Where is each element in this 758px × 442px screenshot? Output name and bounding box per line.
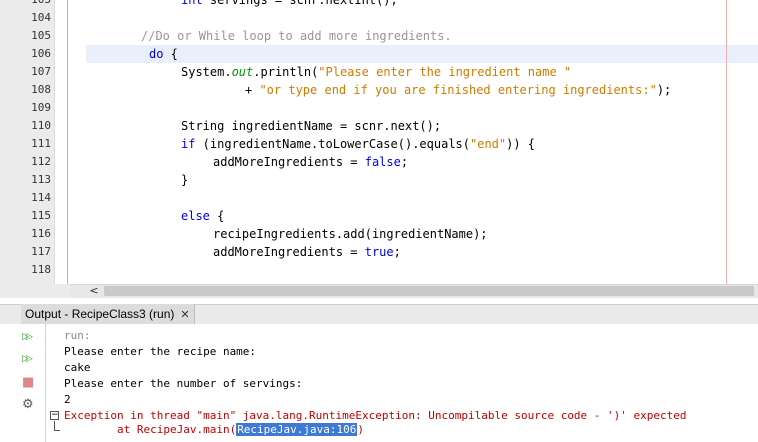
code-token: "or type end if you are finished enterin… xyxy=(259,83,657,97)
code-line: recipeIngredients.add(ingredientName); xyxy=(213,225,488,243)
line-number: 109 xyxy=(31,101,51,114)
rerun-different-params-icon[interactable]: ▷▷ xyxy=(22,350,40,368)
code-token: } xyxy=(181,173,189,187)
output-line: Please enter the recipe name: xyxy=(64,345,257,358)
line-number: 105 xyxy=(31,29,51,42)
code-line: if (ingredientName.toLowerCase().equals(… xyxy=(181,135,535,153)
code-token: //Do or While loop to add more ingredien… xyxy=(141,29,452,43)
code-token: (ingredientName.toLowerCase().equals( xyxy=(195,137,470,151)
close-icon[interactable]: ✕ xyxy=(180,308,189,321)
line-number: 108 xyxy=(31,83,51,96)
code-token: true xyxy=(364,245,394,259)
line-number: 103 xyxy=(0,0,52,9)
output-toolbar: ▷▷ ▷▷ ■ ⚙ xyxy=(0,324,46,442)
code-token: { xyxy=(209,209,225,223)
code-token: String ingredientName = scnr.next(); xyxy=(181,119,442,133)
fold-guide-line xyxy=(67,0,68,284)
code-token: out xyxy=(231,65,254,79)
line-number: 106 xyxy=(31,47,51,60)
current-line-highlight xyxy=(86,45,758,63)
code-token: do xyxy=(149,47,164,61)
code-line: do { xyxy=(149,45,178,63)
fold-connector-end xyxy=(54,430,60,431)
code-token: .println( xyxy=(253,65,319,79)
code-token: { xyxy=(163,47,178,61)
collapse-icon[interactable]: − xyxy=(50,411,59,420)
code-token: + xyxy=(245,83,260,97)
stack-trace-suffix: ) xyxy=(357,423,365,436)
code-line: int servings = scnr.nextInt(); xyxy=(181,0,398,9)
code-line: + "or type end if you are finished enter… xyxy=(245,81,671,99)
stack-trace-link[interactable]: RecipeJav.java:106 xyxy=(236,423,358,436)
output-line: cake xyxy=(64,361,91,374)
run-settings-icon[interactable]: ⚙ xyxy=(22,396,40,414)
stack-trace-prefix: at RecipeJav.main( xyxy=(64,423,237,436)
line-number: 116 xyxy=(31,227,51,240)
code-token: servings = scnr.nextInt(); xyxy=(202,0,398,7)
code-token: ; xyxy=(400,155,409,169)
line-number: 114 xyxy=(31,191,51,204)
code-token: false xyxy=(364,155,401,169)
line-number: 107 xyxy=(31,65,51,78)
code-line: System.out.println("Please enter the ing… xyxy=(181,63,571,81)
error-line: Exception in thread "main" java.lang.Run… xyxy=(64,409,687,422)
scrollbar-thumb[interactable] xyxy=(104,286,754,296)
code-line: //Do or While loop to add more ingredien… xyxy=(141,27,452,45)
output-console[interactable]: − at RecipeJav.main(RecipeJav.java:106) … xyxy=(46,324,758,442)
line-number: 113 xyxy=(31,173,51,186)
code-token: ; xyxy=(393,245,401,259)
line-number: 104 xyxy=(31,11,51,24)
code-token: "Please enter the ingredient name " xyxy=(318,65,572,79)
code-token: ); xyxy=(656,83,672,97)
code-token: addMoreIngredients = xyxy=(213,245,365,259)
output-tab-label: Output - RecipeClass3 (run) xyxy=(25,307,175,321)
code-line: addMoreIngredients = true; xyxy=(213,243,401,261)
code-line: addMoreIngredients = false; xyxy=(213,153,408,171)
tab-output[interactable]: Output - RecipeClass3 (run) ✕ xyxy=(21,304,195,324)
code-token: System. xyxy=(181,65,232,79)
code-token: recipeIngredients.add(ingredientName); xyxy=(213,227,488,241)
stack-trace-line: at RecipeJav.main(RecipeJav.java:106) xyxy=(64,422,364,438)
right-margin-guide xyxy=(726,0,727,284)
line-number: 110 xyxy=(31,119,51,132)
code-token: "end" xyxy=(470,137,507,151)
code-token: )) { xyxy=(506,137,536,151)
code-line: String ingredientName = scnr.next(); xyxy=(181,117,441,135)
code-editor[interactable]: 103 int servings = scnr.nextInt(); 104 105 /… xyxy=(0,0,758,284)
code-token: if xyxy=(181,137,196,151)
code-token: int xyxy=(181,0,203,7)
code-token: else xyxy=(181,209,210,223)
line-number: 115 xyxy=(31,209,51,222)
gutter-footer xyxy=(0,284,70,298)
scroll-left-arrow-icon[interactable]: < xyxy=(86,284,102,298)
stop-icon[interactable]: ■ xyxy=(22,374,40,392)
output-line: 2 xyxy=(64,393,71,406)
code-token: addMoreIngredients = xyxy=(213,155,365,169)
rerun-icon[interactable]: ▷▷ xyxy=(22,328,40,346)
output-line: run: xyxy=(64,329,91,342)
line-number: 112 xyxy=(31,155,51,168)
line-number: 118 xyxy=(31,263,51,276)
code-line: else { xyxy=(181,207,224,225)
output-line: Please enter the number of servings: xyxy=(64,377,303,390)
line-number: 111 xyxy=(31,137,51,150)
line-number: 117 xyxy=(31,245,51,258)
code-line: } xyxy=(181,171,188,189)
